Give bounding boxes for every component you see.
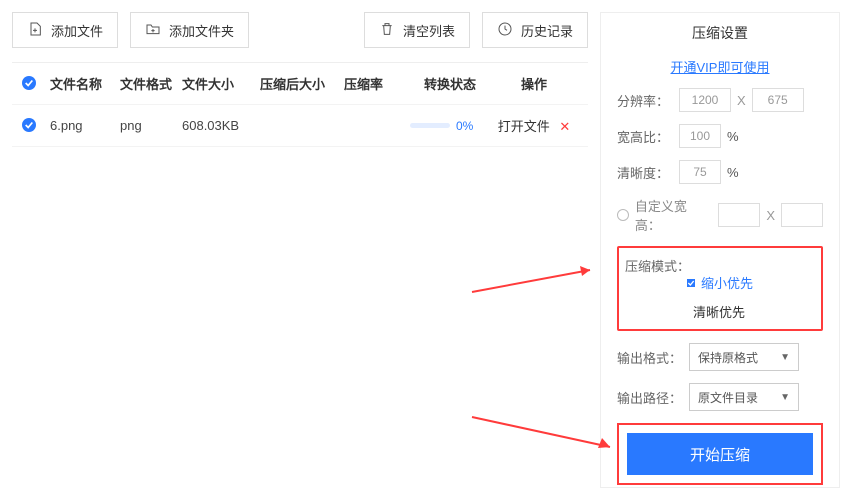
mode-highlight: 压缩模式： 缩小优先 清晰优先	[617, 246, 823, 331]
x-separator: X	[737, 93, 746, 108]
table-header: 文件名称 文件格式 文件大小 压缩后大小 压缩率 转换状态 操作	[12, 63, 588, 105]
custom-wh-label: 自定义宽高：	[635, 196, 712, 234]
mode-shrink-label: 缩小优先	[701, 273, 753, 292]
mode-label: 压缩模式：	[625, 256, 691, 275]
file-plus-icon	[27, 21, 43, 40]
start-highlight: 开始压缩	[617, 423, 823, 485]
th-after: 压缩后大小	[260, 74, 344, 93]
trash-icon	[379, 21, 395, 40]
cell-name: 6.png	[50, 118, 120, 133]
settings-title: 压缩设置	[617, 23, 823, 43]
cell-format: png	[120, 118, 182, 133]
add-file-label: 添加文件	[51, 21, 103, 40]
out-path-select[interactable]: 原文件目录 ▼	[689, 383, 799, 411]
custom-wh-radio[interactable]	[617, 209, 629, 221]
mode-clear-option[interactable]: 清晰优先	[687, 302, 815, 321]
progress-percent: 0%	[456, 119, 473, 133]
progress-bar	[410, 123, 450, 128]
aspect-row: 宽高比： %	[617, 124, 823, 148]
clear-list-button[interactable]: 清空列表	[364, 12, 470, 48]
start-compress-button[interactable]: 开始压缩	[627, 433, 813, 475]
x-separator-2: X	[766, 208, 775, 223]
out-fmt-select[interactable]: 保持原格式 ▼	[689, 343, 799, 371]
out-fmt-row: 输出格式： 保持原格式 ▼	[617, 343, 823, 371]
settings-panel: 压缩设置 开通VIP即可使用 分辨率： X 宽高比： % 清晰度： % 自定义宽…	[600, 12, 840, 488]
th-format: 文件格式	[120, 74, 182, 93]
th-status: 转换状态	[410, 74, 490, 93]
history-label: 历史记录	[521, 21, 573, 40]
row-checkbox[interactable]	[22, 118, 36, 132]
out-path-row: 输出路径： 原文件目录 ▼	[617, 383, 823, 411]
clarity-input[interactable]	[679, 160, 721, 184]
resolution-height-input[interactable]	[752, 88, 804, 112]
open-file-link[interactable]: 打开文件	[498, 119, 550, 134]
clear-list-label: 清空列表	[403, 21, 455, 40]
toolbar: 添加文件 添加文件夹 清空列表 历史记录	[12, 12, 588, 48]
th-ratio: 压缩率	[344, 74, 410, 93]
add-folder-button[interactable]: 添加文件夹	[130, 12, 249, 48]
cell-op: 打开文件 ✕	[490, 116, 578, 135]
custom-w-input[interactable]	[718, 203, 760, 227]
aspect-label: 宽高比：	[617, 127, 673, 146]
th-name: 文件名称	[50, 74, 120, 93]
aspect-input[interactable]	[679, 124, 721, 148]
out-fmt-label: 输出格式：	[617, 348, 683, 367]
out-fmt-value: 保持原格式	[698, 349, 758, 366]
th-size: 文件大小	[182, 74, 260, 93]
resolution-label: 分辨率：	[617, 91, 673, 110]
resolution-width-input[interactable]	[679, 88, 731, 112]
history-button[interactable]: 历史记录	[482, 12, 588, 48]
annotation-arrow-1	[472, 262, 602, 307]
table-row: 6.png png 608.03KB 0% 打开文件 ✕	[12, 105, 588, 147]
out-path-value: 原文件目录	[698, 389, 758, 406]
add-file-button[interactable]: 添加文件	[12, 12, 118, 48]
clock-icon	[497, 21, 513, 40]
cell-size: 608.03KB	[182, 118, 260, 133]
custom-wh-row[interactable]: 自定义宽高： X	[617, 196, 823, 234]
mode-clear-label: 清晰优先	[693, 302, 745, 321]
clarity-label: 清晰度：	[617, 163, 673, 182]
resolution-row: 分辨率： X	[617, 88, 823, 112]
file-table: 文件名称 文件格式 文件大小 压缩后大小 压缩率 转换状态 操作 6.png p…	[12, 62, 588, 147]
th-op: 操作	[490, 74, 578, 93]
custom-h-input[interactable]	[781, 203, 823, 227]
select-all-checkbox[interactable]	[22, 76, 36, 90]
delete-row-icon[interactable]: ✕	[559, 119, 570, 134]
percent-sign: %	[727, 129, 739, 144]
vip-link[interactable]: 开通VIP即可使用	[617, 57, 823, 76]
mode-shrink-radio[interactable]	[687, 279, 695, 287]
chevron-down-icon: ▼	[780, 352, 790, 363]
mode-shrink-option[interactable]: 缩小优先	[687, 273, 815, 292]
chevron-down-icon-2: ▼	[780, 392, 790, 403]
cell-status: 0%	[410, 119, 490, 133]
out-path-label: 输出路径：	[617, 388, 683, 407]
add-folder-label: 添加文件夹	[169, 21, 234, 40]
clarity-row: 清晰度： %	[617, 160, 823, 184]
percent-sign-2: %	[727, 165, 739, 180]
folder-plus-icon	[145, 21, 161, 40]
